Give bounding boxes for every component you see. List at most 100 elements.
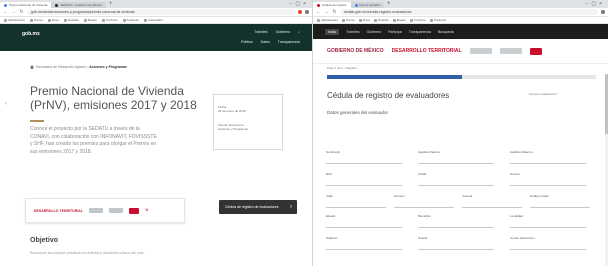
field-label: Apellido Paterno bbox=[418, 150, 441, 154]
window-controls[interactable]: –▢× bbox=[586, 0, 605, 8]
promo-banner[interactable]: DESARROLLO TERRITORIAL × bbox=[25, 198, 185, 223]
tab-favicon-icon bbox=[4, 3, 7, 7]
right-gob-nav: Inicio Trámites Gobierno Participa Trans… bbox=[313, 24, 608, 39]
field-input[interactable] bbox=[326, 179, 402, 186]
home-icon[interactable] bbox=[30, 65, 34, 70]
profile-icon[interactable] bbox=[305, 10, 309, 14]
field-input[interactable] bbox=[530, 201, 590, 208]
bookmark[interactable]: Mapas bbox=[84, 18, 97, 22]
nav-link[interactable]: Búsqueda bbox=[438, 30, 454, 34]
field-label: Correo electrónico bbox=[510, 236, 535, 240]
field-label: Calle bbox=[326, 194, 333, 198]
new-tab-icon[interactable]: + bbox=[109, 0, 113, 8]
left-address-bar: ← → ↻ gob.mx/sedatu/acciones-y-programas… bbox=[0, 8, 312, 17]
field-input[interactable] bbox=[418, 157, 494, 164]
right-bookmarks-bar: Aplicaciones Correo Drive Noticias Mapas… bbox=[313, 17, 608, 24]
form-field: Género bbox=[510, 172, 586, 186]
left-tab-1[interactable]: Premio Nacional de Vivienda bbox=[0, 2, 52, 8]
sidebox-value[interactable]: Acciones y Programas bbox=[214, 127, 282, 131]
gobierno-mexico-logo[interactable]: GOBIERNO DE MÉXICO bbox=[327, 48, 384, 54]
field-input[interactable] bbox=[462, 201, 522, 208]
nav-link[interactable]: Gobierno bbox=[367, 30, 381, 34]
bookmark[interactable]: Aplicaciones bbox=[317, 18, 338, 22]
objetivo-text: Reconocer las mejores prácticas en vivie… bbox=[30, 251, 145, 255]
field-input[interactable] bbox=[326, 243, 402, 250]
bookmark[interactable]: Correo bbox=[30, 18, 43, 22]
promo-label: DESARROLLO TERRITORIAL bbox=[34, 208, 83, 213]
badge-logo bbox=[529, 47, 542, 55]
bookmark[interactable]: Mapas bbox=[393, 18, 406, 22]
form-field: Colonia bbox=[462, 194, 522, 208]
new-tab-icon[interactable]: + bbox=[387, 0, 391, 8]
field-input[interactable] bbox=[326, 221, 402, 228]
field-label: Localidad bbox=[510, 214, 523, 218]
share-toggle-icon[interactable]: ‹ bbox=[5, 98, 7, 111]
nav-link[interactable]: Política bbox=[241, 40, 252, 44]
cedula-link-button[interactable]: Cédula de registro de evaluadores › bbox=[219, 200, 297, 214]
field-label: Nombre(s) bbox=[326, 150, 341, 154]
bookmark[interactable]: Drive bbox=[48, 18, 59, 22]
info-sidebox: Fecha 02 de enero de 2018 Tipo de docume… bbox=[213, 94, 283, 150]
field-input[interactable] bbox=[418, 221, 494, 228]
field-label: Género bbox=[510, 172, 521, 176]
left-browser-window: Premio Nacional de Vivienda SEDATU - Gob… bbox=[0, 0, 312, 266]
bookmark[interactable]: Noticias bbox=[374, 18, 389, 22]
right-tab-1[interactable]: Cédula de registro bbox=[313, 2, 351, 8]
nav-link[interactable]: Trámites bbox=[254, 30, 267, 34]
back-icon[interactable]: ← bbox=[3, 9, 8, 15]
forward-icon[interactable]: → bbox=[11, 9, 16, 15]
nav-link[interactable]: Transparencia bbox=[409, 30, 431, 34]
form-field: Calle bbox=[326, 194, 386, 208]
objetivo-heading: Objetivo bbox=[30, 237, 59, 244]
field-label: Estado bbox=[326, 214, 336, 218]
field-input[interactable] bbox=[326, 201, 386, 208]
field-input[interactable] bbox=[510, 221, 586, 228]
nav-link[interactable]: Datos bbox=[261, 40, 270, 44]
close-icon[interactable]: × bbox=[145, 208, 149, 214]
search-icon[interactable]: ⌕ bbox=[298, 30, 300, 34]
breadcrumb-path[interactable]: Secretaría de Desarrollo Agrario › bbox=[36, 65, 88, 69]
field-input[interactable] bbox=[326, 157, 402, 164]
field-input[interactable] bbox=[394, 201, 454, 208]
field-input[interactable] bbox=[510, 243, 586, 250]
field-input[interactable] bbox=[510, 179, 586, 186]
extension-icon[interactable] bbox=[298, 10, 302, 14]
nav-link-active[interactable]: Inicio bbox=[325, 28, 340, 35]
bookmark[interactable]: YouTube bbox=[410, 18, 426, 22]
reload-icon[interactable]: ↻ bbox=[19, 9, 24, 15]
bookmark[interactable]: Calendario bbox=[144, 18, 163, 22]
left-bookmarks-bar: Aplicaciones Correo Drive Noticias Mapas… bbox=[0, 17, 312, 24]
bookmark[interactable]: Traductor bbox=[430, 18, 447, 22]
back-icon[interactable]: ← bbox=[316, 9, 321, 15]
field-label: RFC bbox=[326, 172, 333, 176]
form-field: Apellido Paterno bbox=[418, 150, 494, 164]
bookmark[interactable]: YouTube bbox=[102, 18, 118, 22]
form-row: Calle Número Colonia Código postal bbox=[326, 194, 590, 212]
form-field: Estado bbox=[326, 214, 402, 228]
field-input[interactable] bbox=[418, 179, 494, 186]
bookmark[interactable]: Correo bbox=[342, 18, 355, 22]
nav-link[interactable]: Trámites bbox=[346, 30, 359, 34]
window-controls[interactable]: –▢× bbox=[290, 0, 309, 8]
bookmark[interactable]: Traductor bbox=[123, 18, 140, 22]
url-input[interactable]: sedatu.gob.mx/cedula-registro-evaluadore… bbox=[340, 9, 598, 15]
sedatu-logo[interactable]: DESARROLLO TERRITORIAL bbox=[392, 48, 462, 54]
gob-logo[interactable]: gob.mx bbox=[22, 31, 40, 37]
nav-link[interactable]: Gobierno bbox=[276, 30, 290, 34]
bookmark[interactable]: Aplicaciones bbox=[4, 18, 25, 22]
left-tab-2[interactable]: SEDATU - Gobierno de México bbox=[51, 2, 106, 8]
right-address-bar: ← → ↻ sedatu.gob.mx/cedula-registro-eval… bbox=[313, 8, 608, 17]
field-input[interactable] bbox=[510, 157, 586, 164]
field-input[interactable] bbox=[418, 243, 494, 250]
nav-link[interactable]: Transparencia bbox=[278, 40, 300, 44]
forward-icon[interactable]: → bbox=[324, 9, 329, 15]
reload-icon[interactable]: ↻ bbox=[332, 9, 337, 15]
bookmark[interactable]: Noticias bbox=[64, 18, 79, 22]
url-input[interactable]: gob.mx/sedatu/acciones-y-programas/premi… bbox=[27, 9, 295, 15]
breadcrumb-current: Acciones y Programas bbox=[89, 65, 127, 69]
right-tab-2[interactable]: Nueva pestaña bbox=[350, 2, 384, 8]
tab-favicon-icon bbox=[354, 3, 358, 7]
nav-link[interactable]: Participa bbox=[388, 30, 402, 34]
bookmark[interactable]: Drive bbox=[359, 18, 370, 22]
profile-icon[interactable] bbox=[601, 10, 605, 14]
